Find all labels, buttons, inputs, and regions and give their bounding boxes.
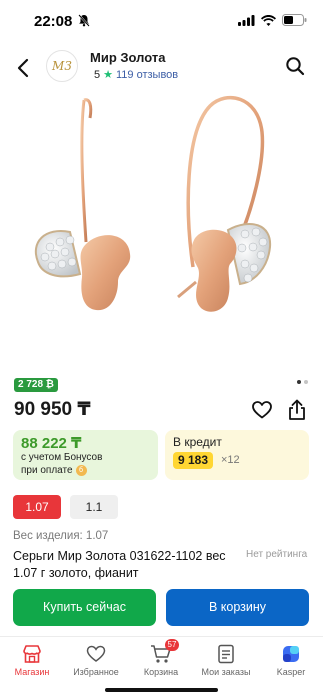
tab-orders[interactable]: Мои заказы [196,643,256,677]
star-icon: ★ [103,69,113,81]
bonus-coin-icon: б [75,464,87,476]
bonus-note-line2: при оплате [21,465,73,476]
cart-icon: 57 [131,639,191,665]
share-icon[interactable] [287,399,307,426]
status-bar: 22:08 [0,0,323,44]
add-to-cart-button[interactable]: В корзину [166,589,309,626]
battery-icon [282,14,307,26]
tab-kasper[interactable]: Kasper [261,643,321,677]
wifi-icon [261,14,276,26]
credit-title: В кредит [173,435,222,449]
tab-label: Магазин [14,667,50,677]
tab-label: Мои заказы [201,667,251,677]
bonus-note-line1: с учетом Бонусов [21,452,103,463]
back-arrow-icon[interactable] [12,56,36,80]
product-weight-label: Вес изделия: 1.07 [13,530,109,542]
variant-chip[interactable]: 1.1 [70,495,118,519]
bonus-note: с учетом Бонусов при оплате б [21,451,102,477]
tab-shop[interactable]: Магазин [2,643,62,677]
buy-now-button[interactable]: Купить сейчас [13,589,156,626]
product-image[interactable] [0,92,323,368]
status-time: 22:08 [34,13,73,30]
product-price: 90 950 ₸ [14,399,91,420]
gallery-dot[interactable] [297,380,301,384]
shop-name[interactable]: Мир Золота [90,50,165,65]
rating-value: 5 [94,68,101,81]
reviews-link[interactable]: 119 отзывов [116,69,178,81]
shop-logo-mark: M3 [52,59,72,73]
heart-icon[interactable] [252,401,272,424]
variant-chip-selected[interactable]: 1.07 [13,495,61,519]
heart-icon [66,643,126,665]
credit-months: ×12 [221,454,240,466]
product-title: Серьги Мир Золота 031622-1102 вес 1.07 г… [13,549,226,580]
bell-muted-icon [78,14,90,32]
kaspi-logo-icon [261,643,321,665]
signal-icon [238,14,255,26]
shop-icon [2,643,62,665]
tab-favorites[interactable]: Избранное [66,643,126,677]
gallery-dots [297,380,308,384]
bonus-badge: 2 728 ₿ [14,378,58,392]
bonus-price-card[interactable]: 88 222 ₸ с учетом Бонусов при оплате б [13,430,158,480]
shop-header: M3 Мир Золота 5 ★ 119 отзывов [0,44,323,92]
status-indicators [238,14,307,26]
search-icon[interactable] [285,56,305,81]
tab-label: Корзина [143,667,179,677]
shop-rating[interactable]: 5 ★ 119 отзывов [94,68,178,82]
credit-monthly-payment: 9 183 [173,452,214,469]
tab-cart[interactable]: 57 Корзина [131,639,191,677]
cart-count-badge: 57 [165,639,179,651]
tab-label: Kasper [276,667,306,677]
shop-logo[interactable]: M3 [46,50,78,82]
orders-icon [196,643,256,665]
home-indicator [105,688,218,692]
tab-label: Избранное [73,667,119,677]
gallery-dot[interactable] [304,380,308,384]
bonus-price: 88 222 ₸ [21,435,82,452]
credit-card[interactable]: В кредит 9 183 ×12 [165,430,309,480]
no-rating-label: Нет рейтинга [246,549,308,560]
